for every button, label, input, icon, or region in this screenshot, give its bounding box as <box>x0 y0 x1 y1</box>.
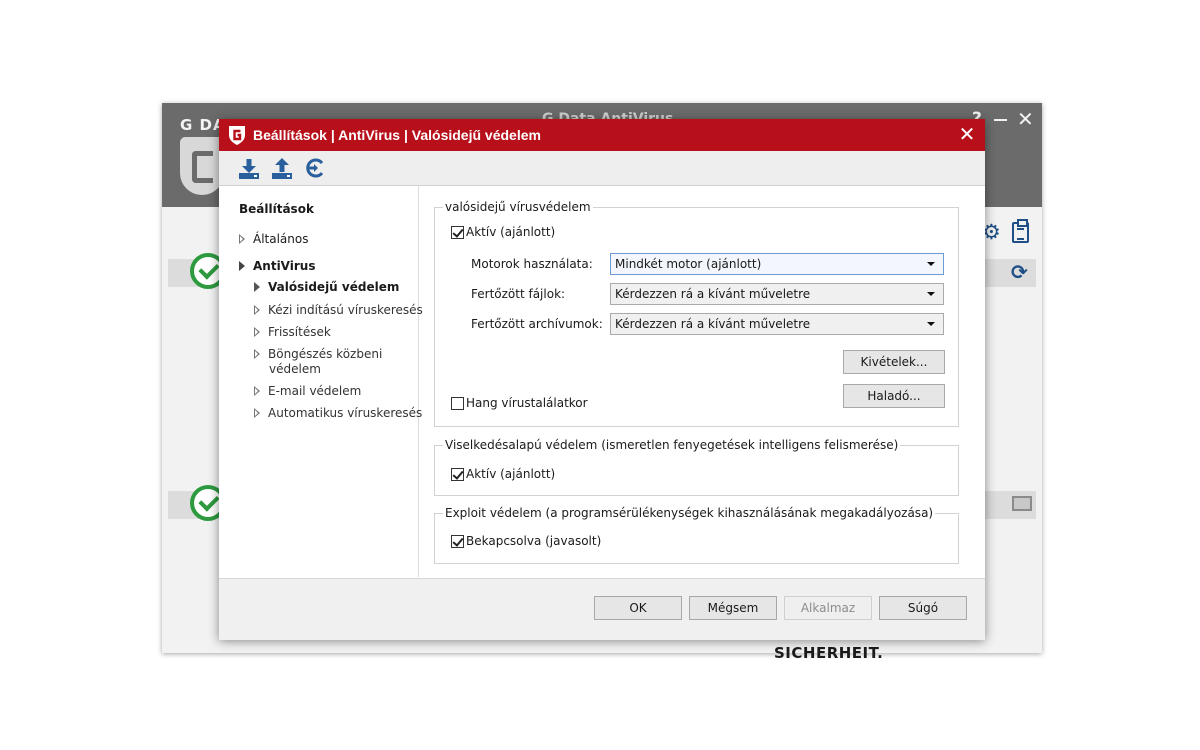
behavior-active-checkbox[interactable] <box>451 468 464 481</box>
infected-archives-select-value: Kérdezzen rá a kívánt műveletre <box>615 317 811 331</box>
settings-dialog: Beállítások | AntiVirus | Valósidejű véd… <box>219 119 985 640</box>
dialog-titlebar[interactable]: Beállítások | AntiVirus | Valósidejű véd… <box>219 119 985 151</box>
dropdown-arrow-icon <box>927 262 935 266</box>
infected-files-select-value: Kérdezzen rá a kívánt műveletre <box>615 287 811 301</box>
realtime-virus-protection-group: valósidejű vírusvédelem Aktív (ajánlott)… <box>434 201 959 427</box>
sidebar-item-label: Frissítések <box>268 325 331 339</box>
selected-arrow-icon <box>254 282 260 292</box>
expand-arrow-icon <box>254 408 262 418</box>
sidebar-item-general[interactable]: Általános <box>239 232 309 246</box>
dialog-footer: OK Mégsem Alkalmaz Súgó <box>219 578 985 640</box>
sidebar-item-label: Böngészés közbeni <box>268 347 383 361</box>
engines-label: Motorok használata: <box>471 257 593 271</box>
import-icon[interactable] <box>237 156 261 180</box>
help-button[interactable]: Súgó <box>879 596 967 620</box>
sidebar-item-label: Általános <box>253 232 309 246</box>
sidebar-item-email-protection[interactable]: E-mail védelem <box>254 384 361 398</box>
sidebar-item-browser-protection[interactable]: Böngészés közbeni <box>254 347 382 361</box>
sidebar-item-auto-scan[interactable]: Automatikus víruskeresés <box>254 406 422 420</box>
expand-arrow-icon <box>254 305 262 315</box>
sidebar-item-label: Valósidejű védelem <box>268 280 400 294</box>
dialog-toolbar <box>219 151 985 186</box>
sidebar-item-label: Automatikus víruskeresés <box>268 406 423 420</box>
group-legend: valósidejű vírusvédelem <box>443 200 593 214</box>
realtime-active-label[interactable]: Aktív (ajánlott) <box>466 225 555 239</box>
sidebar-item-browser-protection-cont[interactable]: védelem <box>269 362 321 376</box>
sidebar-item-label: E-mail védelem <box>268 384 362 398</box>
gdata-shield-icon <box>229 126 245 145</box>
close-icon[interactable]: ✕ <box>1017 107 1034 131</box>
apply-button[interactable]: Alkalmaz <box>784 596 872 620</box>
infected-archives-select[interactable]: Kérdezzen rá a kívánt műveletre <box>610 313 944 335</box>
expand-arrow-icon <box>254 327 262 337</box>
sidebar-item-label: Kézi indítású víruskeresés <box>268 303 423 317</box>
expand-arrow-icon <box>254 386 262 396</box>
minimize-icon[interactable] <box>994 119 1007 121</box>
sidebar-item-manual-scan[interactable]: Kézi indítású víruskeresés <box>254 303 423 317</box>
dialog-title: Beállítások | AntiVirus | Valósidejű véd… <box>253 127 541 143</box>
settings-navigation: Beállítások Általános AntiVirus Valóside… <box>219 186 423 577</box>
exploit-enabled-checkbox[interactable] <box>451 535 464 548</box>
shield-logo-icon <box>180 137 224 195</box>
infected-archives-label: Fertőzött archívumok: <box>471 317 603 331</box>
advanced-button[interactable]: Haladó... <box>843 384 945 408</box>
sound-alert-label[interactable]: Hang vírustalálatkor <box>466 396 588 410</box>
group-legend: Viselkedésalapú védelem (ismeretlen feny… <box>443 438 901 452</box>
group-legend: Exploit védelem (a programsérülékenysége… <box>443 506 936 520</box>
realtime-active-checkbox[interactable] <box>451 226 464 239</box>
behavior-protection-group: Viselkedésalapú védelem (ismeretlen feny… <box>434 439 959 496</box>
sidebar-item-realtime-protection[interactable]: Valósidejű védelem <box>254 280 399 294</box>
dialog-close-icon[interactable]: ✕ <box>955 122 979 146</box>
infected-files-select[interactable]: Kérdezzen rá a kívánt műveletre <box>610 283 944 305</box>
mail-icon[interactable] <box>1012 496 1032 511</box>
export-icon[interactable] <box>270 156 294 180</box>
exploit-protection-group: Exploit védelem (a programsérülékenysége… <box>434 507 959 564</box>
ok-button[interactable]: OK <box>594 596 682 620</box>
dropdown-arrow-icon <box>927 292 935 296</box>
sidebar-item-label: védelem <box>269 362 321 376</box>
expand-arrow-icon <box>254 349 262 359</box>
expand-arrow-icon <box>239 234 247 244</box>
sidebar-item-label: AntiVirus <box>253 259 316 273</box>
sound-alert-checkbox[interactable] <box>451 397 464 410</box>
infected-files-label: Fertőzött fájlok: <box>471 287 566 301</box>
clipboard-icon[interactable] <box>1012 219 1029 243</box>
sidebar-item-antivirus[interactable]: AntiVirus <box>239 259 315 273</box>
refresh-icon[interactable]: ⟳ <box>1011 260 1028 284</box>
cancel-button[interactable]: Mégsem <box>689 596 777 620</box>
expanded-arrow-icon <box>239 261 245 271</box>
exceptions-button[interactable]: Kivételek... <box>843 350 945 374</box>
exploit-enabled-label[interactable]: Bekapcsolva (javasolt) <box>466 534 601 548</box>
dropdown-arrow-icon <box>927 322 935 326</box>
restore-defaults-icon[interactable] <box>303 156 327 180</box>
sidebar-item-updates[interactable]: Frissítések <box>254 325 331 339</box>
behavior-active-label[interactable]: Aktív (ajánlott) <box>466 467 555 481</box>
engines-select[interactable]: Mindkét motor (ajánlott) <box>610 253 944 275</box>
engines-select-value: Mindkét motor (ajánlott) <box>615 257 762 271</box>
sidebar-title: Beállítások <box>239 202 314 216</box>
